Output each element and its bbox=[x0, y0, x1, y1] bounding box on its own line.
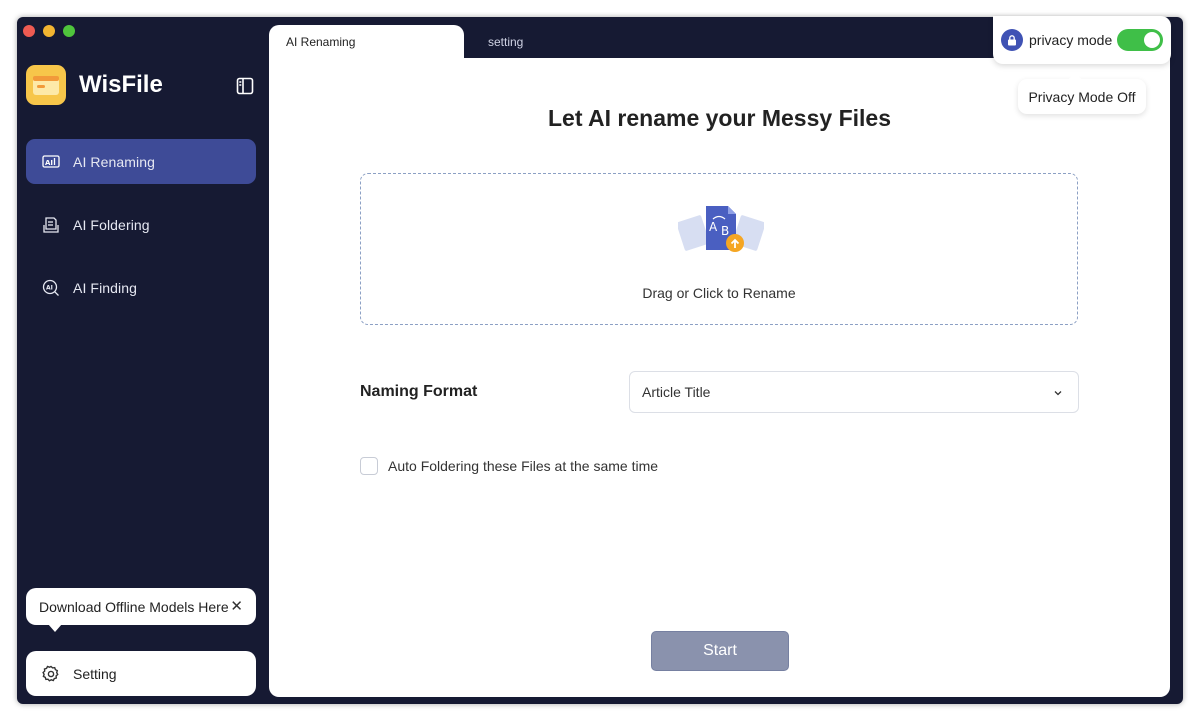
setting-label: Setting bbox=[73, 665, 117, 682]
sidebar-toggle-icon[interactable] bbox=[236, 77, 254, 95]
chevron-down-icon bbox=[1052, 386, 1064, 398]
start-button[interactable]: Start bbox=[651, 631, 789, 671]
naming-format-select[interactable]: Article Title bbox=[629, 371, 1079, 413]
file-rename-icon: A B bbox=[676, 204, 766, 258]
privacy-mode-toggle[interactable] bbox=[1117, 29, 1163, 51]
svg-text:A: A bbox=[709, 220, 718, 234]
auto-foldering-checkbox[interactable] bbox=[360, 457, 378, 475]
tab-setting[interactable]: setting bbox=[471, 25, 671, 58]
sidebar-item-ai-finding[interactable]: AI AI Finding bbox=[26, 265, 256, 310]
lock-icon bbox=[1001, 29, 1023, 51]
sidebar-item-label: AI Finding bbox=[73, 279, 138, 296]
naming-format-label: Naming Format bbox=[360, 383, 478, 400]
privacy-mode-label: privacy mode bbox=[1029, 32, 1113, 48]
brand: WisFile bbox=[26, 65, 163, 105]
app-window: WisFile AI AI Renaming AI Foldering AI A… bbox=[17, 17, 1183, 704]
svg-text:AI: AI bbox=[46, 284, 53, 291]
naming-format-value: Article Title bbox=[642, 384, 711, 400]
app-name: WisFile bbox=[79, 71, 163, 98]
tab-label: AI Renaming bbox=[286, 34, 356, 49]
ai-rename-icon: AI bbox=[42, 153, 60, 171]
window-controls bbox=[23, 25, 75, 37]
svg-text:B: B bbox=[721, 224, 729, 238]
gear-icon bbox=[42, 665, 60, 683]
sidebar-item-ai-foldering[interactable]: AI Foldering bbox=[26, 202, 256, 247]
privacy-mode-panel: privacy mode bbox=[993, 16, 1171, 64]
file-dropzone[interactable]: A B Drag or Click to Rename bbox=[360, 173, 1078, 325]
privacy-mode-tooltip: Privacy Mode Off bbox=[1018, 72, 1146, 114]
close-icon[interactable]: ✕ bbox=[230, 597, 243, 615]
sidebar-item-label: AI Foldering bbox=[73, 216, 150, 233]
tab-label: setting bbox=[488, 34, 524, 49]
wisfile-logo-icon bbox=[26, 65, 66, 105]
tab-ai-renaming[interactable]: AI Renaming bbox=[269, 25, 464, 58]
auto-foldering-label: Auto Foldering these Files at the same t… bbox=[388, 458, 659, 474]
setting-button[interactable]: Setting bbox=[26, 651, 256, 696]
ai-folder-icon bbox=[42, 216, 60, 234]
sidebar-item-label: AI Renaming bbox=[73, 153, 156, 170]
close-window-button[interactable] bbox=[23, 25, 35, 37]
ai-search-icon: AI bbox=[42, 279, 60, 297]
svg-text:AI: AI bbox=[45, 159, 53, 167]
maximize-window-button[interactable] bbox=[63, 25, 75, 37]
main-content: Let AI rename your Messy Files A B Drag … bbox=[269, 58, 1170, 697]
minimize-window-button[interactable] bbox=[43, 25, 55, 37]
download-models-tip[interactable]: Download Offline Models Here ✕ bbox=[26, 588, 256, 632]
auto-foldering-option: Auto Foldering these Files at the same t… bbox=[360, 457, 658, 475]
download-models-text: Download Offline Models Here bbox=[39, 598, 229, 615]
dropzone-text: Drag or Click to Rename bbox=[642, 285, 796, 301]
sidebar-item-ai-renaming[interactable]: AI AI Renaming bbox=[26, 139, 256, 184]
